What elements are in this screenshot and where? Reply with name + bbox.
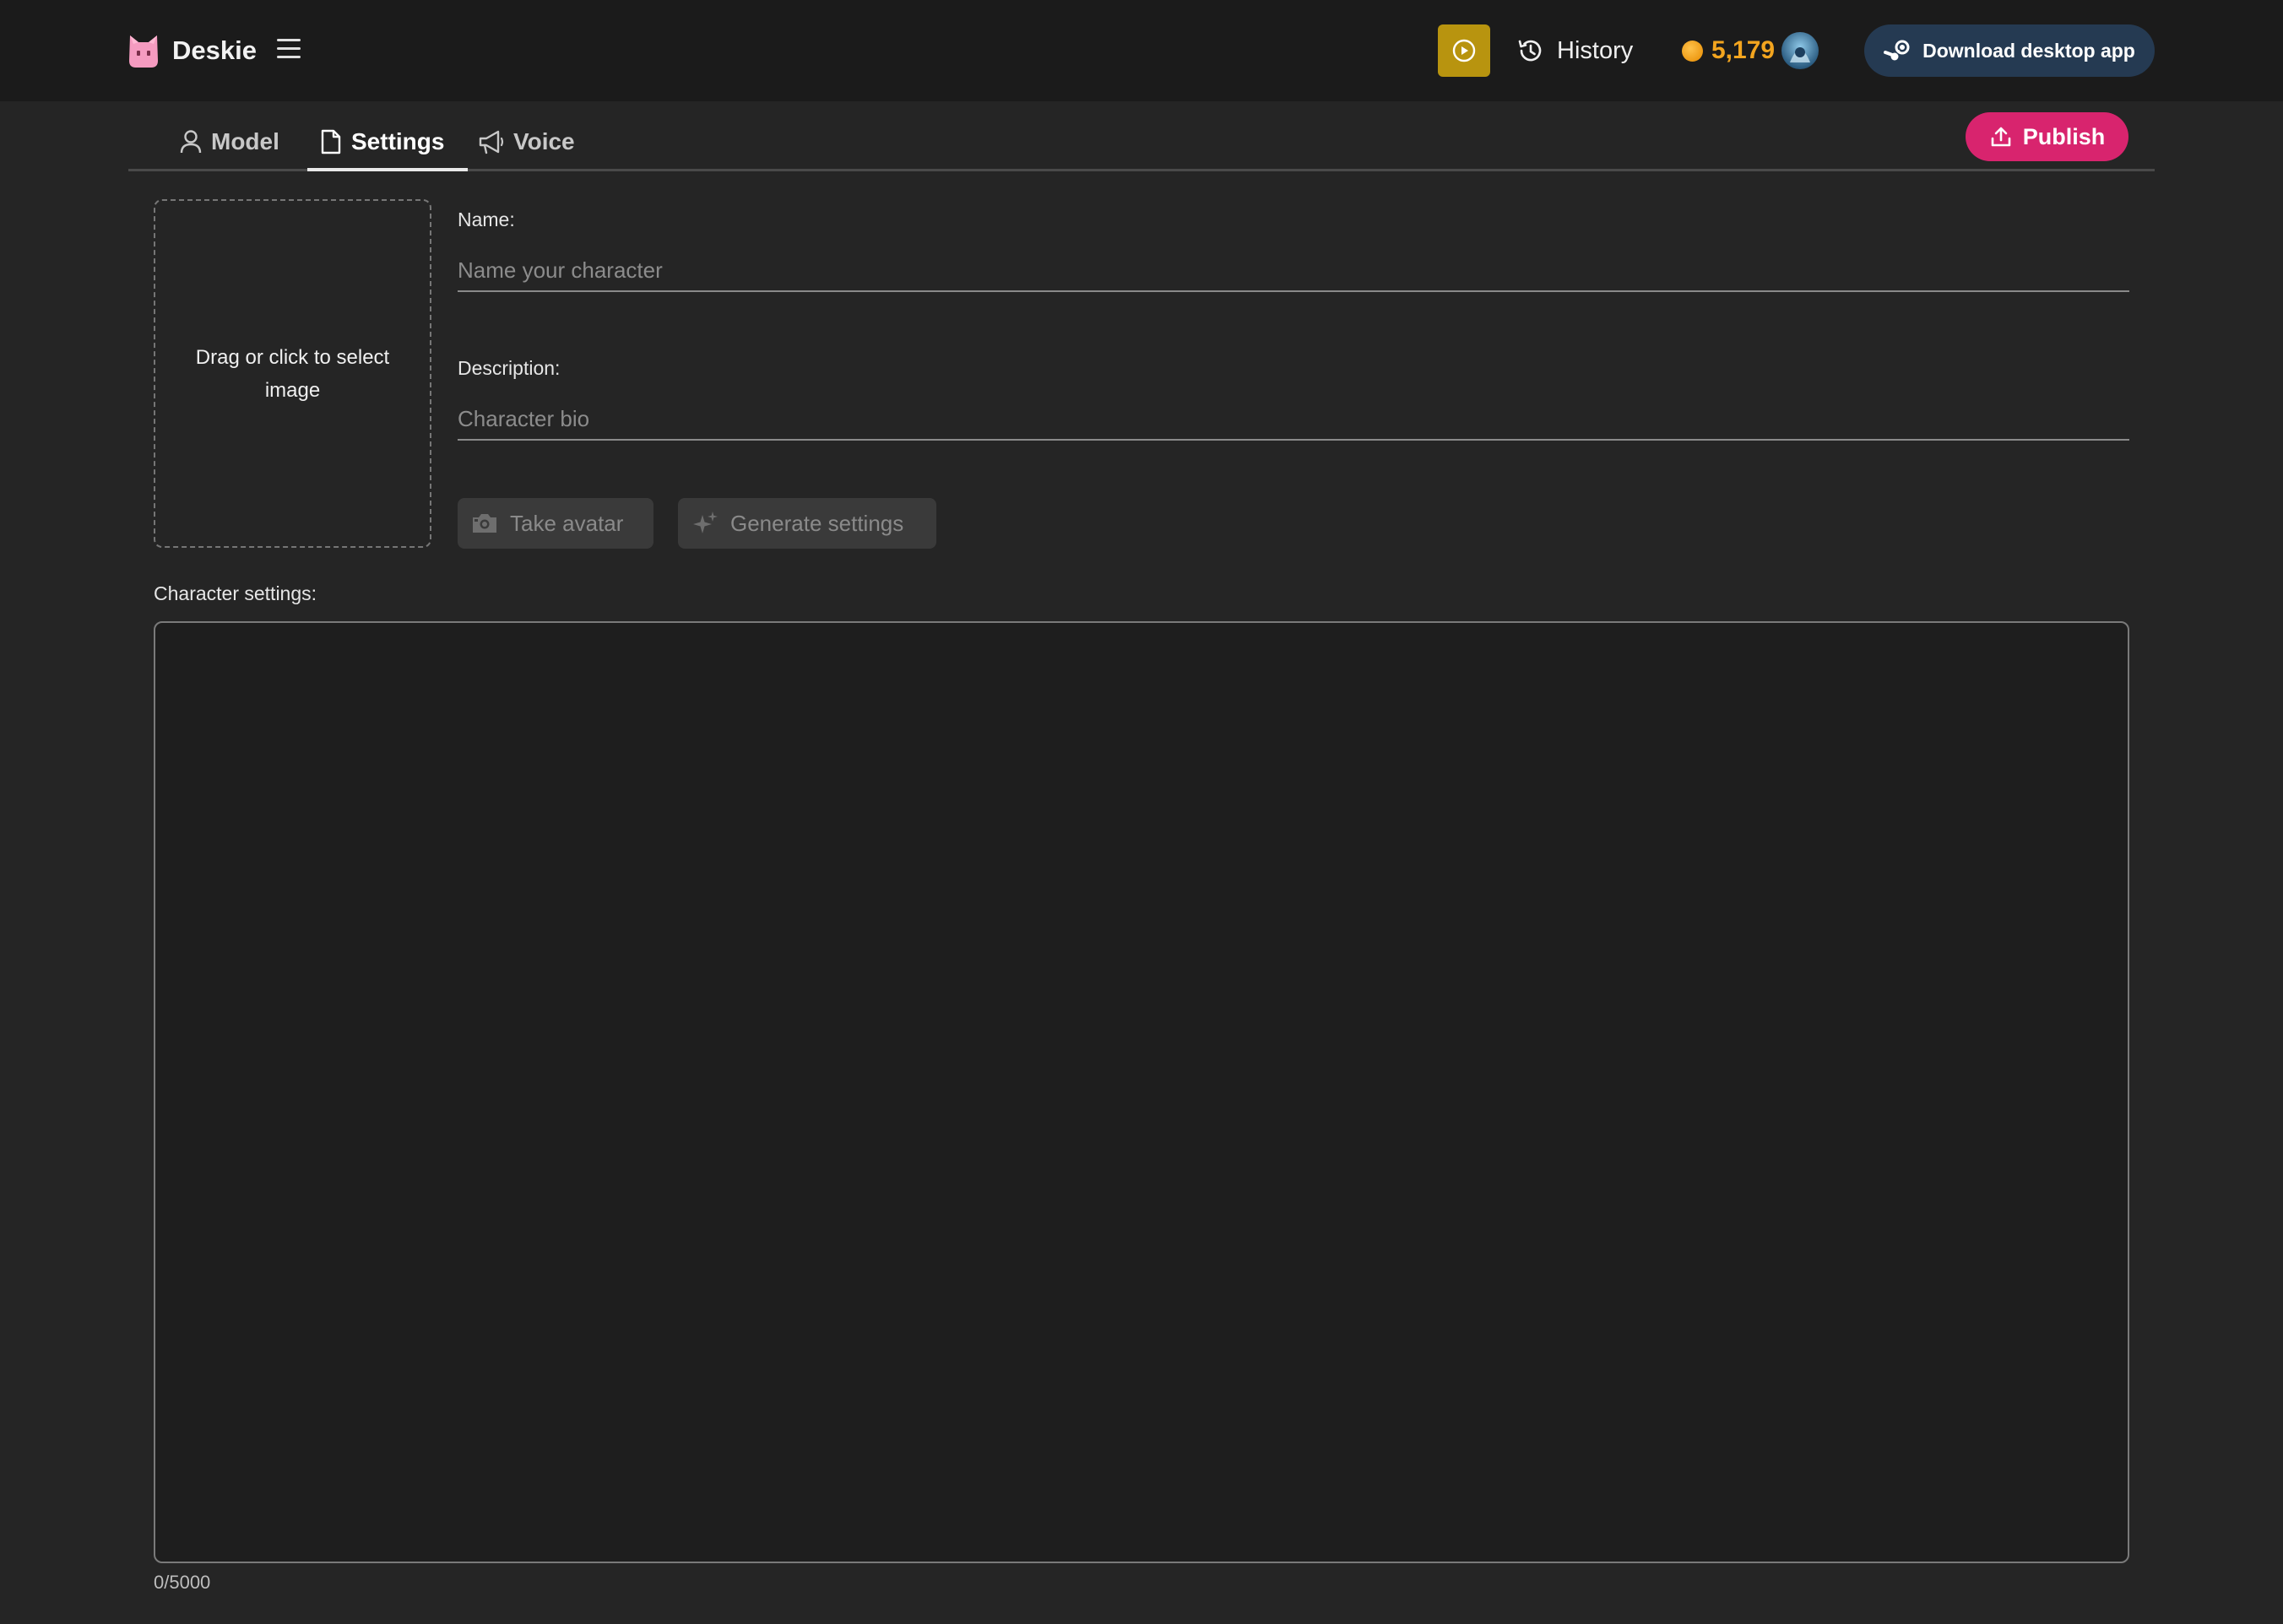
- name-label: Name:: [458, 208, 515, 230]
- play-icon: [1452, 39, 1476, 62]
- description-input[interactable]: [458, 398, 2129, 441]
- tab-settings[interactable]: Settings: [319, 113, 444, 171]
- history-label: History: [1557, 36, 1634, 64]
- deskie-logo-icon: [129, 35, 158, 68]
- generate-settings-button[interactable]: Generate settings: [678, 498, 936, 549]
- upload-icon: [1991, 127, 2011, 147]
- active-tab-indicator: [307, 168, 468, 171]
- download-label: Download desktop app: [1922, 39, 2135, 62]
- take-avatar-label: Take avatar: [510, 510, 624, 536]
- megaphone-icon: [479, 130, 504, 154]
- generate-settings-label: Generate settings: [730, 510, 904, 536]
- coin-value: 5,179: [1711, 36, 1776, 64]
- description-label: Description:: [458, 357, 561, 379]
- tab-model[interactable]: Model: [179, 113, 279, 171]
- play-button[interactable]: [1438, 24, 1490, 77]
- app-name: Deskie: [172, 35, 257, 65]
- history-button[interactable]: History: [1516, 32, 1633, 69]
- tab-label: Settings: [351, 128, 445, 154]
- menu-icon[interactable]: [277, 39, 301, 61]
- name-input[interactable]: [458, 250, 2129, 292]
- tab-label: Voice: [513, 128, 575, 154]
- image-dropzone[interactable]: Drag or click to select image: [154, 199, 431, 548]
- user-icon: [180, 130, 202, 154]
- character-count: 0/5000: [154, 1572, 211, 1593]
- document-icon: [321, 129, 341, 154]
- history-icon: [1518, 40, 1542, 62]
- dropzone-text: Drag or click to select image: [195, 345, 390, 402]
- take-avatar-button[interactable]: Take avatar: [458, 498, 653, 549]
- character-settings-textarea[interactable]: [154, 621, 2129, 1563]
- top-bar: Deskie History 5,179 Download desktop ap…: [0, 0, 2283, 101]
- brand[interactable]: Deskie: [127, 32, 257, 69]
- steam-icon: [1884, 40, 1910, 61]
- avatar[interactable]: [1781, 32, 1819, 69]
- camera-icon: [473, 514, 496, 533]
- publish-label: Publish: [2022, 123, 2106, 149]
- sparkles-icon: [693, 512, 718, 533]
- coin-balance[interactable]: 5,179: [1682, 30, 1819, 71]
- coin-icon: [1682, 40, 1703, 62]
- character-settings-label: Character settings:: [154, 582, 317, 604]
- tab-label: Model: [211, 128, 279, 154]
- download-desktop-app-button[interactable]: Download desktop app: [1864, 24, 2155, 77]
- publish-button[interactable]: Publish: [1966, 112, 2128, 161]
- tab-voice[interactable]: Voice: [478, 113, 575, 171]
- tab-bar: Model Settings Voice: [128, 113, 2155, 174]
